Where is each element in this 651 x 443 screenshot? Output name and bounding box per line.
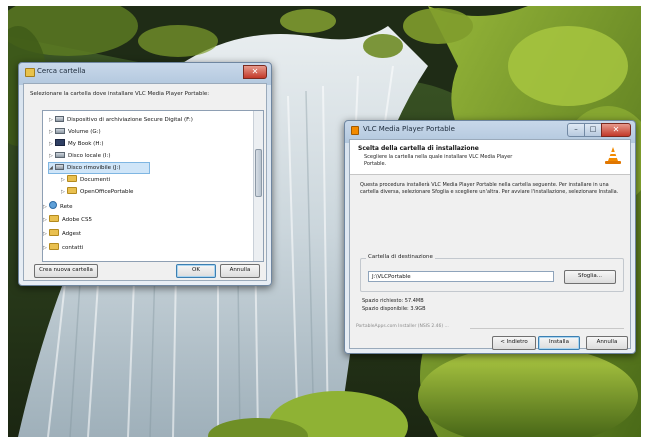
folder-icon bbox=[67, 175, 77, 182]
maximize-button[interactable]: □ bbox=[584, 123, 602, 137]
usb-drive-icon bbox=[55, 116, 64, 122]
tree-item-label: Documenti bbox=[80, 177, 111, 183]
tree-item-label: Rete bbox=[60, 204, 73, 210]
folder-icon bbox=[25, 68, 35, 77]
installer-window: VLC Media Player Portable – □ ✕ Scelta d… bbox=[344, 120, 636, 354]
destination-path-input[interactable]: J:\VLCPortable bbox=[368, 271, 554, 282]
tree-scrollbar[interactable] bbox=[253, 111, 263, 261]
branding-text: PortableApps.com Installer (NSIS 2.46) .… bbox=[356, 324, 449, 329]
tree-item-openoffice[interactable]: ▷ OpenOfficePortable bbox=[61, 187, 133, 197]
tree-item-label: My Book (H:) bbox=[68, 141, 104, 147]
tree-item-label: Disco rimovibile (J:) bbox=[67, 165, 121, 171]
tree-item-label: OpenOfficePortable bbox=[80, 189, 134, 195]
tree-item-label: contatti bbox=[62, 245, 84, 251]
tree-item-my-book[interactable]: ▷ My Book (H:) bbox=[49, 139, 103, 149]
folder-dialog-title: Cerca cartella bbox=[37, 67, 86, 75]
folder-tree[interactable]: ▷ Dispositivo di archiviazione Secure Dig… bbox=[42, 110, 264, 262]
drive-icon bbox=[55, 152, 65, 158]
scrollbar-thumb[interactable] bbox=[255, 149, 262, 197]
folder-icon bbox=[67, 187, 77, 194]
installer-titlebar[interactable]: VLC Media Player Portable – □ ✕ bbox=[345, 121, 635, 139]
folder-dialog-titlebar[interactable]: Cerca cartella ✕ bbox=[19, 63, 271, 81]
tree-item-sd-card[interactable]: ▷ Dispositivo di archiviazione Secure Dig… bbox=[49, 115, 193, 125]
folder-icon bbox=[49, 215, 59, 222]
tree-item-label: Volume (G:) bbox=[68, 129, 101, 135]
external-drive-icon bbox=[55, 139, 65, 146]
footer-separator bbox=[470, 328, 624, 329]
tree-item-rete[interactable]: ▷ Rete bbox=[43, 201, 73, 211]
drive-icon bbox=[55, 128, 65, 134]
installer-description: Questa procedura installerà VLC Media Pl… bbox=[360, 182, 619, 195]
folder-dialog-body: Selezionare la cartella dove installare … bbox=[23, 83, 267, 281]
close-button[interactable]: ✕ bbox=[243, 65, 267, 79]
browse-folder-dialog: Cerca cartella ✕ Selezionare la cartella… bbox=[18, 62, 272, 286]
back-button[interactable]: < Indietro bbox=[492, 336, 536, 350]
minimize-button[interactable]: – bbox=[567, 123, 585, 137]
destination-group-label: Cartella di destinazione bbox=[366, 254, 435, 260]
header-subtitle: Scegliere la cartella nella quale instal… bbox=[364, 154, 513, 167]
tree-item-removable-disk[interactable]: ◢ Disco rimovibile (J:) bbox=[48, 162, 150, 174]
space-required: Spazio richiesto: 57.4MB bbox=[362, 298, 424, 304]
tree-item-adobe[interactable]: ▷ Adobe CS5 bbox=[43, 215, 92, 225]
network-icon bbox=[49, 201, 57, 209]
desktop-screenshot: Cerca cartella ✕ Selezionare la cartella… bbox=[8, 6, 641, 437]
tree-item-local-disk[interactable]: ▷ Disco locale (I:) bbox=[49, 151, 110, 161]
installer-title: VLC Media Player Portable bbox=[363, 125, 455, 133]
tree-item-adgest[interactable]: ▷ Adgest bbox=[43, 229, 81, 239]
folder-icon bbox=[49, 243, 59, 250]
tree-item-documenti[interactable]: ▷ Documenti bbox=[61, 175, 110, 185]
install-button[interactable]: Installa bbox=[538, 336, 580, 350]
folder-icon bbox=[49, 229, 59, 236]
close-button[interactable]: ✕ bbox=[601, 123, 631, 137]
vlc-cone-icon bbox=[605, 147, 621, 164]
tree-item-label: Adgest bbox=[62, 231, 82, 237]
ok-button[interactable]: OK bbox=[176, 264, 216, 278]
tree-item-contatti[interactable]: ▷ contatti bbox=[43, 243, 83, 253]
folder-dialog-description: Selezionare la cartella dove installare … bbox=[30, 91, 210, 97]
app-icon bbox=[351, 126, 359, 135]
removable-drive-icon bbox=[55, 164, 64, 170]
space-available: Spazio disponibile: 3.9GB bbox=[362, 306, 426, 312]
installer-body: Scelta della cartella di installazione S… bbox=[349, 139, 631, 350]
tree-item-volume-g[interactable]: ▷ Volume (G:) bbox=[49, 127, 101, 137]
tree-item-label: Dispositivo di archiviazione Secure Digi… bbox=[67, 117, 193, 123]
tree-item-label: Disco locale (I:) bbox=[68, 153, 111, 159]
cancel-button[interactable]: Annulla bbox=[586, 336, 628, 350]
installer-header: Scelta della cartella di installazione S… bbox=[350, 140, 630, 175]
browse-button[interactable]: Sfoglia... bbox=[564, 270, 616, 284]
cancel-button[interactable]: Annulla bbox=[220, 264, 260, 278]
tree-item-label: Adobe CS5 bbox=[62, 217, 92, 223]
new-folder-button[interactable]: Crea nuova cartella bbox=[34, 264, 98, 278]
header-title: Scelta della cartella di installazione bbox=[358, 145, 479, 152]
